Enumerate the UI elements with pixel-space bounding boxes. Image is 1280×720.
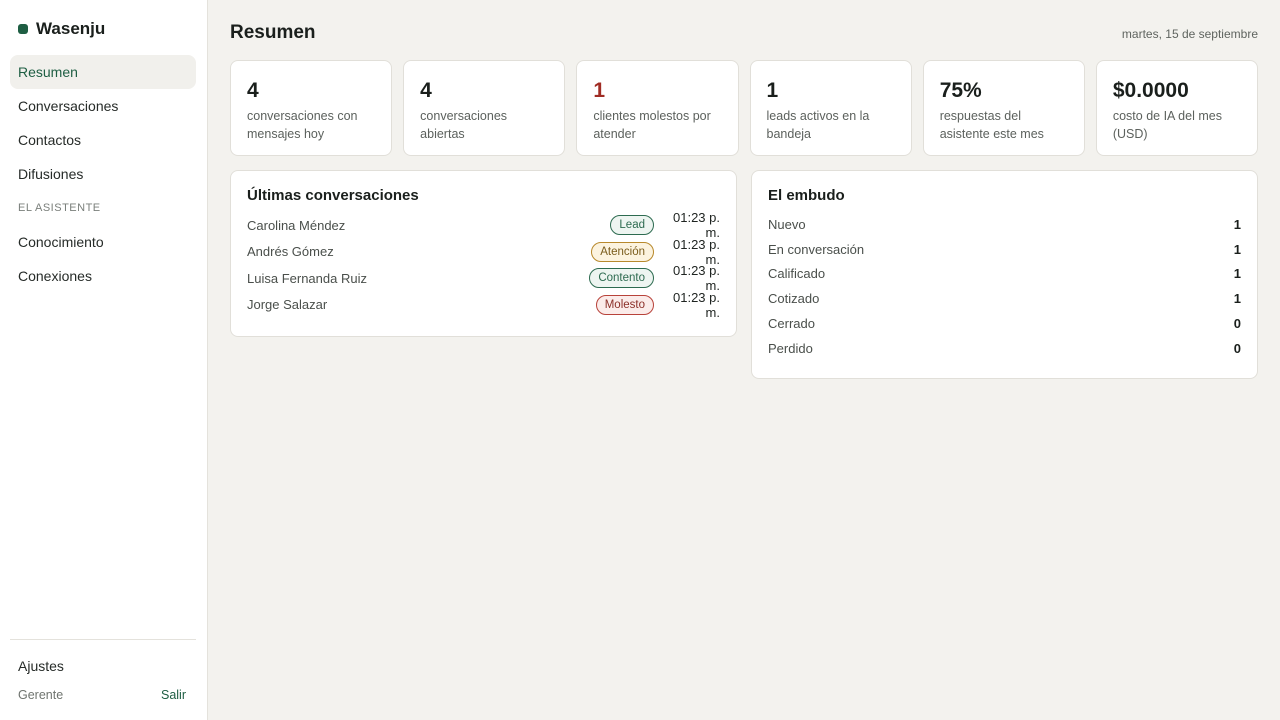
status-badge: Contento (589, 268, 654, 289)
conversation-time: 01:23 p. m. (673, 289, 720, 320)
stat-value: $0.0000 (1112, 79, 1189, 102)
funnel-stage-label: Cerrado (768, 316, 815, 332)
status-badge: Atención (591, 241, 654, 262)
stats-row: 4 conversaciones con mensajes hoy 4 conv… (230, 60, 1259, 156)
brand-logo-icon (18, 24, 28, 34)
stat-card-active-leads: 1 leads activos en la bandeja (749, 60, 912, 156)
contact-name: Andrés Gómez (247, 244, 334, 260)
panel-title: El embudo (768, 187, 845, 204)
funnel-row: En conversación 1 (768, 237, 1241, 262)
stat-label: conversaciones con mensajes hoy (247, 109, 358, 141)
stat-value: 4 (420, 79, 432, 102)
sidebar-item-difusiones[interactable]: Difusiones (10, 157, 196, 191)
stat-value: 1 (766, 79, 779, 102)
funnel-stage-label: En conversación (768, 241, 865, 257)
funnel-stage-count: 0 (1233, 316, 1241, 332)
funnel-row: Calificado 1 (768, 262, 1241, 287)
conversation-row[interactable]: Andrés Gómez Atención 01:23 p. m. (247, 236, 720, 267)
stat-label: leads activos en la bandeja (766, 109, 870, 141)
conversation-row[interactable]: Jorge Salazar Molesto 01:23 p. m. (247, 289, 720, 320)
panel-title: Últimas conversaciones (247, 187, 419, 204)
latest-conversations-panel: Últimas conversaciones Carolina Méndez L… (230, 170, 737, 337)
funnel-panel: El embudo Nuevo 1 En conversación 1 Cali… (751, 170, 1258, 379)
sidebar-item-contactos[interactable]: Contactos (10, 123, 196, 157)
conversation-row[interactable]: Luisa Fernanda Ruiz Contento 01:23 p. m. (247, 263, 720, 294)
funnel-stage-count: 1 (1233, 266, 1241, 282)
stat-card-upset-clients: 1 clientes molestos por atender (576, 60, 739, 156)
current-date: martes, 15 de septiembre (1121, 27, 1258, 41)
stat-label: costo de IA del mes (USD) (1112, 109, 1222, 141)
funnel-stage-count: 1 (1233, 216, 1241, 232)
funnel-stage-label: Cotizado (768, 291, 820, 307)
funnel-stage-count: 1 (1233, 241, 1241, 257)
brand[interactable]: Wasenju (18, 19, 105, 39)
sidebar-item-conocimiento[interactable]: Conocimiento (10, 225, 196, 259)
status-badge: Lead (610, 215, 654, 236)
contact-name: Carolina Méndez (247, 217, 346, 233)
funnel-row: Cotizado 1 (768, 286, 1241, 311)
funnel-stage-label: Nuevo (768, 216, 806, 232)
funnel-stage-label: Calificado (768, 266, 826, 282)
page-header: Resumen martes, 15 de septiembre (230, 22, 1258, 44)
sidebar-footer: Ajustes Gerente Salir (10, 639, 196, 702)
stat-label: clientes molestos por atender (593, 109, 711, 141)
stat-value: 75% (939, 79, 982, 102)
funnel-stage-label: Perdido (768, 340, 813, 356)
stat-label: respuestas del asistente este mes (939, 109, 1044, 141)
sidebar-item-ajustes[interactable]: Ajustes (10, 654, 196, 678)
stat-card-open-conversations: 4 conversaciones abiertas (403, 60, 566, 156)
sidebar-item-resumen[interactable]: Resumen (10, 55, 196, 89)
stat-value: 4 (247, 79, 259, 102)
sidebar-section-label: EL ASISTENTE (18, 202, 101, 214)
stat-label: conversaciones abiertas (420, 109, 508, 141)
stat-value: 1 (593, 79, 606, 102)
contact-name: Luisa Fernanda Ruiz (247, 270, 367, 286)
logout-link[interactable]: Salir (161, 688, 186, 702)
funnel-row: Cerrado 0 (768, 311, 1241, 336)
stat-card-assistant-responses: 75% respuestas del asistente este mes (922, 60, 1085, 156)
conversation-time: 01:23 p. m. (673, 210, 720, 241)
conversation-time: 01:23 p. m. (673, 263, 720, 294)
status-badge: Molesto (595, 294, 654, 315)
sidebar: Wasenju Resumen Conversaciones Contactos… (0, 0, 208, 720)
sidebar-item-conexiones[interactable]: Conexiones (10, 259, 196, 293)
user-role: Gerente (18, 688, 64, 702)
stat-card-ai-cost: $0.0000 costo de IA del mes (USD) (1095, 60, 1259, 156)
funnel-row: Perdido 0 (768, 336, 1241, 361)
brand-name: Wasenju (36, 19, 106, 38)
funnel-stage-count: 0 (1233, 340, 1241, 356)
contact-name: Jorge Salazar (247, 297, 328, 313)
sidebar-nav: Resumen Conversaciones Contactos Difusio… (10, 55, 196, 293)
sidebar-item-conversaciones[interactable]: Conversaciones (10, 89, 196, 123)
stat-card-messages-today: 4 conversaciones con mensajes hoy (230, 60, 393, 156)
funnel-row: Nuevo 1 (768, 212, 1241, 237)
page-title: Resumen (230, 22, 316, 43)
conversation-time: 01:23 p. m. (673, 236, 720, 267)
user-row: Gerente Salir (10, 688, 196, 702)
funnel-stage-count: 1 (1233, 291, 1241, 307)
conversation-row[interactable]: Carolina Méndez Lead 01:23 p. m. (247, 210, 720, 241)
